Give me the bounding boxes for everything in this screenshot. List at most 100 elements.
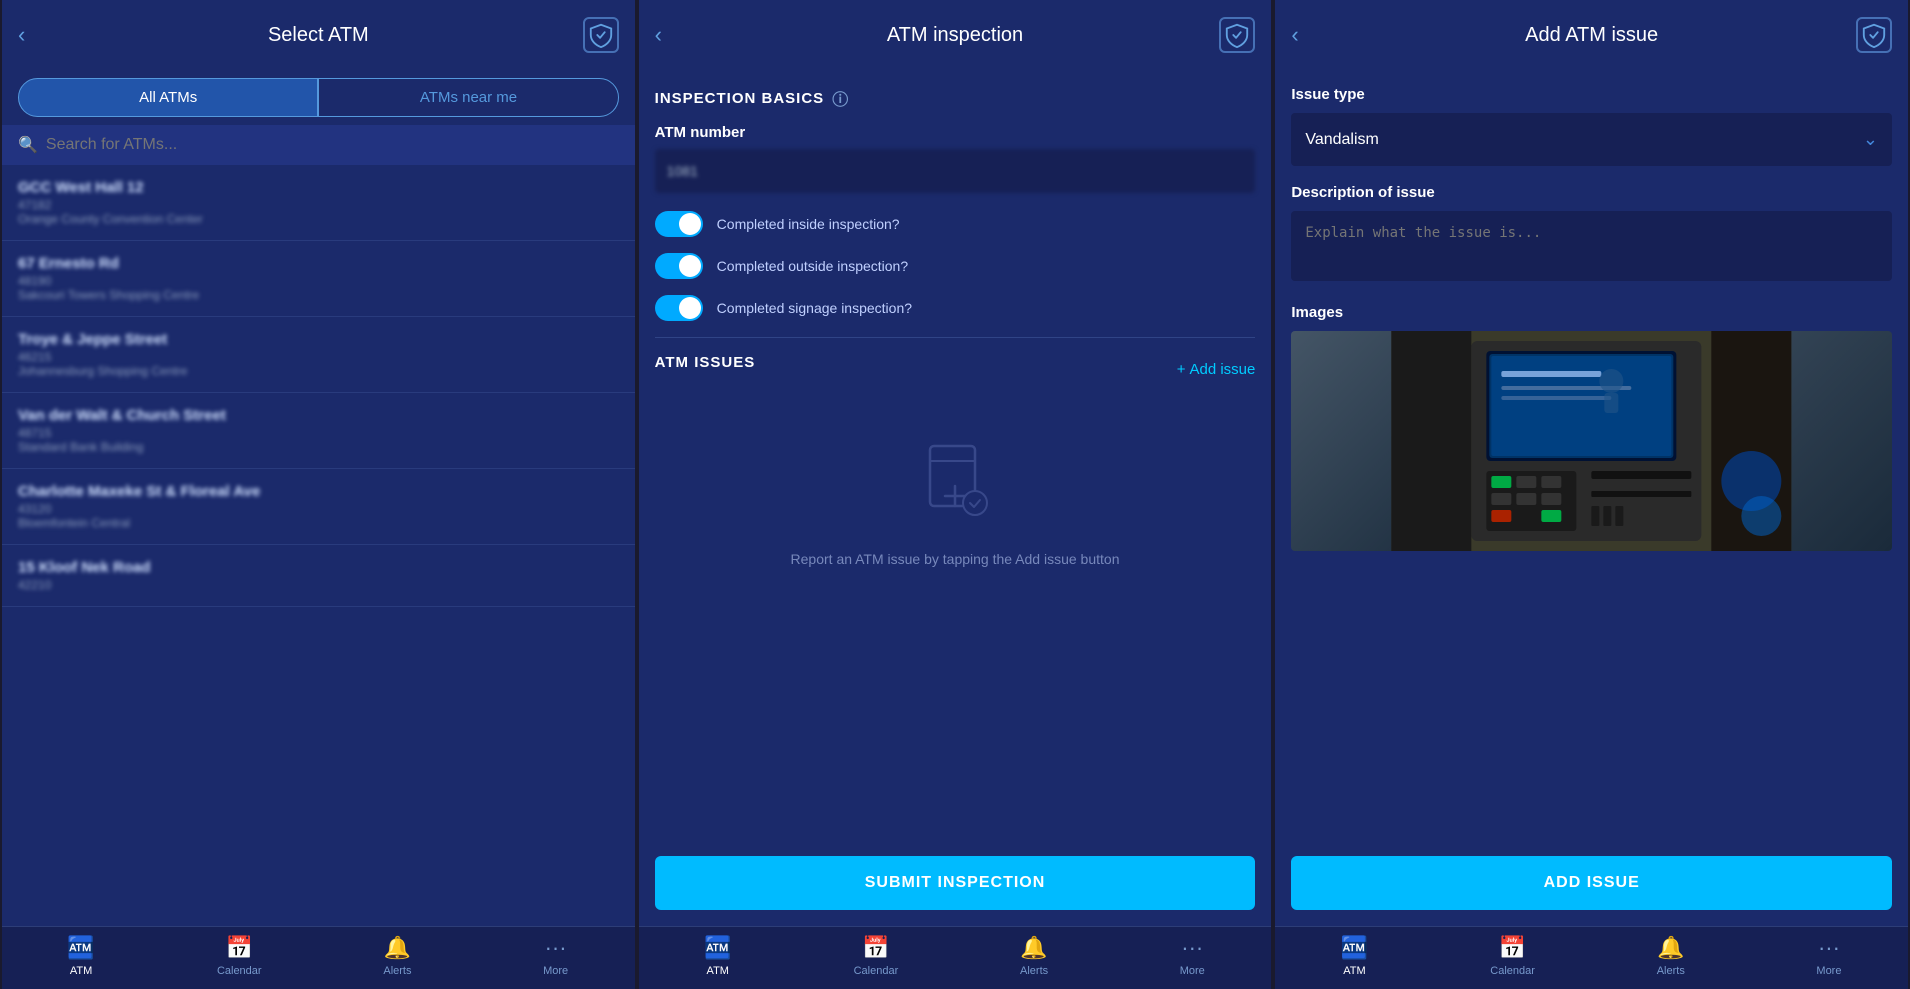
nav-atm-label-1: ATM [70,965,92,977]
list-item[interactable]: 15 Kloof Nek Road 42210 [2,545,635,607]
add-issue-submit-button[interactable]: ADD ISSUE [1291,856,1892,910]
list-item[interactable]: Troye & Jeppe Street 46215 Johannesburg … [2,317,635,393]
alerts-icon-2: 🔔 [1020,935,1047,961]
atm-name: Troye & Jeppe Street [18,331,619,348]
back-button-1[interactable]: ‹ [18,22,25,48]
inspection-body: INSPECTION BASICS ⓘ ATM number 1081 Comp… [639,70,1272,856]
atm-list: GCC West Hall 12 47182 Orange County Con… [2,165,635,926]
header-add-issue: ‹ Add ATM issue [1275,0,1908,70]
atm-icon: 🏧 [67,935,94,961]
nav-alerts-label-3: Alerts [1657,965,1685,977]
nav-more-1[interactable]: ··· More [477,935,635,977]
nav-calendar-2[interactable]: 📅 Calendar [797,935,955,977]
screen-atm-inspection: ‹ ATM inspection INSPECTION BASICS ⓘ ATM… [639,0,1272,989]
atm-icon-3: 🏧 [1341,935,1368,961]
images-label: Images [1291,304,1892,321]
nav-atm-2[interactable]: 🏧 ATM [639,935,797,977]
logo-2 [1219,17,1255,53]
back-button-3[interactable]: ‹ [1291,22,1298,48]
atm-name: 15 Kloof Nek Road [18,559,619,576]
bottom-nav-3: 🏧 ATM 📅 Calendar 🔔 Alerts ··· More [1275,926,1908,989]
issues-header: ATM ISSUES + Add issue [655,354,1256,385]
toggle-inside-switch[interactable] [655,211,703,237]
nav-alerts-2[interactable]: 🔔 Alerts [955,935,1113,977]
atm-sub: Standard Bank Building [18,440,619,454]
atm-number-field[interactable]: 1081 [655,149,1256,193]
atm-name: GCC West Hall 12 [18,179,619,196]
nav-atm-label-2: ATM [707,965,729,977]
list-item[interactable]: GCC West Hall 12 47182 Orange County Con… [2,165,635,241]
screen2-title: ATM inspection [887,24,1023,47]
atm-id: 43120 [18,502,619,516]
list-item[interactable]: 67 Ernesto Rd 48190 Sakcouri Towers Shop… [2,241,635,317]
atm-image [1291,331,1892,551]
toggle-signage-switch[interactable] [655,295,703,321]
toggle-outside-switch[interactable] [655,253,703,279]
atm-number-label: ATM number [655,124,1256,141]
search-input[interactable] [46,136,619,154]
atm-id: 46215 [18,350,619,364]
alerts-icon: 🔔 [384,935,411,961]
nav-alerts-3[interactable]: 🔔 Alerts [1592,935,1750,977]
empty-issues-text: Report an ATM issue by tapping the Add i… [791,551,1120,567]
screen3-title: Add ATM issue [1525,24,1658,47]
tab-atms-near-me[interactable]: ATMs near me [318,78,618,117]
atm-name: Charlotte Maxeke St & Floreal Ave [18,483,619,500]
add-issue-button[interactable]: + Add issue [1177,361,1256,378]
more-icon: ··· [545,935,567,961]
empty-issues-state: Report an ATM issue by tapping the Add i… [655,401,1256,607]
info-icon: ⓘ [832,86,849,110]
description-input[interactable] [1291,211,1892,281]
issue-type-dropdown[interactable]: Vandalism ⌄ [1291,113,1892,166]
toggle-outside: Completed outside inspection? [655,253,1256,279]
bottom-nav-1: 🏧 ATM 📅 Calendar 🔔 Alerts ··· More [2,926,635,989]
nav-calendar-3[interactable]: 📅 Calendar [1434,935,1592,977]
submit-inspection-button[interactable]: SUBMIT INSPECTION [655,856,1256,910]
atm-sub: Bloemfontein Central [18,516,619,530]
toggle-signage: Completed signage inspection? [655,295,1256,321]
chevron-down-icon: ⌄ [1863,129,1878,150]
nav-more-label-1: More [543,965,568,977]
calendar-icon-3: 📅 [1499,935,1526,961]
nav-atm-3[interactable]: 🏧 ATM [1275,935,1433,977]
nav-more-label-2: More [1180,965,1205,977]
nav-calendar-label-2: Calendar [854,965,899,977]
list-item[interactable]: Charlotte Maxeke St & Floreal Ave 43120 … [2,469,635,545]
screen-select-atm: ‹ Select ATM All ATMs ATMs near me 🔍 GCC… [2,0,635,989]
atm-id: 42210 [18,578,619,592]
add-issue-plus-icon: + [1177,361,1186,378]
nav-more-2[interactable]: ··· More [1113,935,1271,977]
description-label: Description of issue [1291,184,1892,201]
search-icon: 🔍 [18,135,38,155]
toggle-signage-label: Completed signage inspection? [717,300,912,316]
bottom-nav-2: 🏧 ATM 📅 Calendar 🔔 Alerts ··· More [639,926,1272,989]
atm-id: 48190 [18,274,619,288]
back-button-2[interactable]: ‹ [655,22,662,48]
logo-3 [1856,17,1892,53]
atm-sub: Sakcouri Towers Shopping Centre [18,288,619,302]
tab-all-atms[interactable]: All ATMs [18,78,318,117]
nav-atm-label-3: ATM [1343,965,1365,977]
nav-calendar-label-1: Calendar [217,965,262,977]
atm-icon-2: 🏧 [704,935,731,961]
issue-body: Issue type Vandalism ⌄ Description of is… [1275,70,1908,856]
screen-add-issue: ‹ Add ATM issue Issue type Vandalism ⌄ D… [1275,0,1908,989]
list-item[interactable]: Van der Walt & Church Street 48715 Stand… [2,393,635,469]
calendar-icon-2: 📅 [862,935,889,961]
tab-bar-1: All ATMs ATMs near me [2,70,635,125]
empty-issues-icon [920,441,990,535]
nav-alerts-1[interactable]: 🔔 Alerts [318,935,476,977]
more-icon-2: ··· [1181,935,1203,961]
atm-name: Van der Walt & Church Street [18,407,619,424]
section-issues-title: ATM ISSUES [655,354,756,371]
nav-alerts-label-2: Alerts [1020,965,1048,977]
atm-id: 48715 [18,426,619,440]
atm-id: 47182 [18,198,619,212]
atm-sub: Johannesburg Shopping Centre [18,364,619,378]
nav-atm-1[interactable]: 🏧 ATM [2,935,160,977]
nav-more-3[interactable]: ··· More [1750,935,1908,977]
logo-1 [583,17,619,53]
nav-calendar-1[interactable]: 📅 Calendar [160,935,318,977]
atm-sub: Orange County Convention Center [18,212,619,226]
toggle-inside: Completed inside inspection? [655,211,1256,237]
